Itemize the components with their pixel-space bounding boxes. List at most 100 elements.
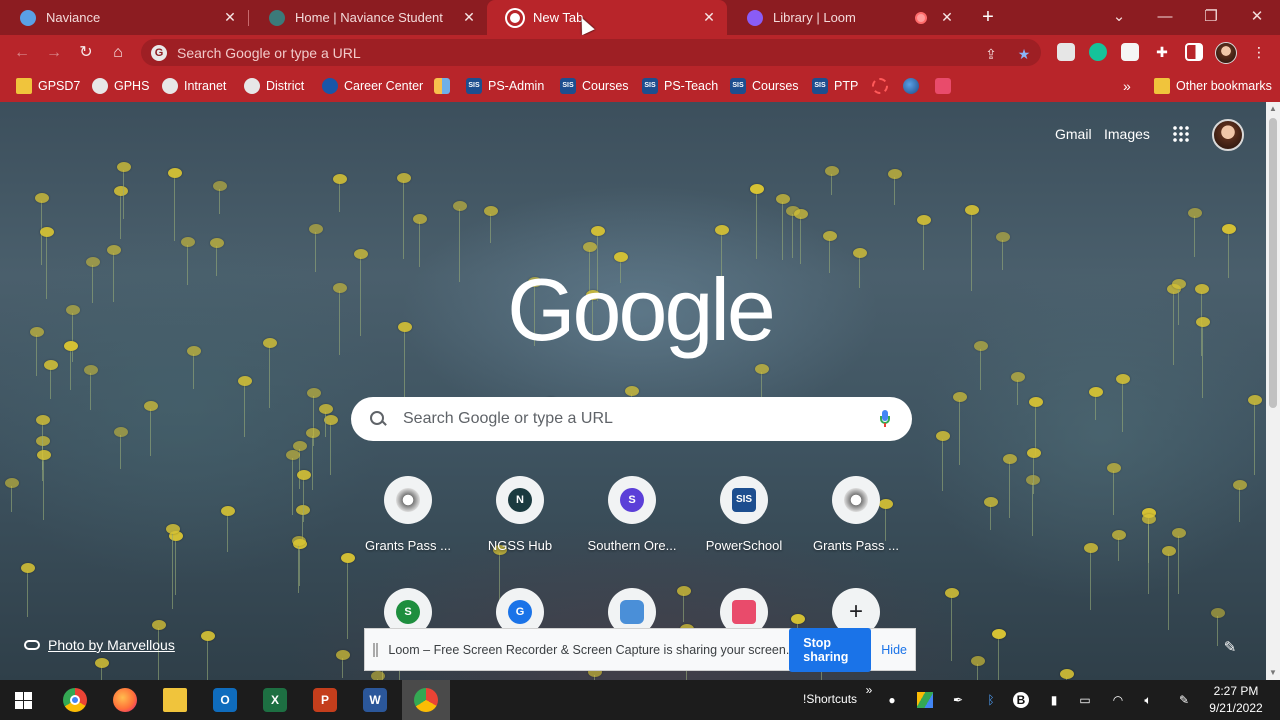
close-tab-icon[interactable]: ✕ (222, 9, 238, 26)
b-app-tray-icon[interactable]: B (1013, 692, 1029, 708)
chrome-profile-taskbar-icon[interactable] (402, 680, 450, 720)
search-input[interactable] (403, 410, 843, 428)
bookmarks-overflow-button[interactable]: » (1123, 76, 1131, 96)
google-drive-tray-icon[interactable] (917, 692, 933, 708)
scroll-up-icon[interactable]: ▲ (1268, 104, 1278, 114)
tab-search-dropdown-icon[interactable]: ⌄ (1096, 0, 1142, 35)
page-scrollbar[interactable]: ▲ ▼ (1266, 102, 1280, 680)
account-avatar-icon[interactable] (1212, 119, 1244, 151)
bookmark-courses[interactable]: SIS Courses (560, 76, 629, 96)
share-icon[interactable]: ⇪ (981, 44, 1001, 64)
voice-search-icon[interactable] (880, 410, 890, 427)
pen-tray-icon[interactable]: ✒ (950, 692, 966, 708)
bluetooth-tray-icon[interactable]: ᛒ (983, 692, 999, 708)
tab-naviance[interactable]: Naviance ✕ (0, 0, 248, 35)
grammarly-extension-icon[interactable] (1089, 43, 1107, 61)
bookmark-ps-admin[interactable]: SIS PS-Admin (466, 76, 544, 96)
usb-tray-icon[interactable]: ▮ (1046, 692, 1062, 708)
bookmark-label: PTP (834, 79, 859, 93)
excel-taskbar-icon[interactable]: X (263, 688, 287, 712)
mic-tray-icon[interactable]: ● (884, 692, 900, 708)
outlook-taskbar-icon[interactable]: O (213, 688, 237, 712)
customize-pencil-icon[interactable]: ✎ (1222, 640, 1238, 656)
shortcut-tile[interactable]: Grants Pass ... (352, 476, 464, 588)
windows-start-icon[interactable] (15, 692, 32, 709)
restore-button[interactable]: ❐ (1188, 0, 1234, 35)
bookmark-intranet[interactable]: Intranet (162, 76, 226, 96)
flower-stem (325, 411, 327, 438)
battery-icon[interactable]: ▭ (1077, 692, 1093, 708)
tab-new-tab[interactable]: New Tab ✕ (487, 0, 727, 35)
hide-button[interactable]: Hide (881, 643, 907, 657)
close-tab-icon[interactable]: ✕ (461, 9, 477, 26)
flower (86, 257, 101, 268)
flower (917, 214, 932, 225)
bookmark-icon-only[interactable] (935, 76, 957, 96)
extension-icon[interactable] (1057, 43, 1075, 61)
ntp-search-box[interactable] (351, 397, 912, 441)
flower-stem (858, 255, 860, 288)
volume-icon[interactable]: 🔈︎ (1140, 692, 1156, 708)
tray-overflow-icon[interactable]: » (861, 682, 877, 698)
shortcut-tile[interactable]: SIS PowerSchool (688, 476, 800, 588)
tab-naviance-student[interactable]: Home | Naviance Student ✕ (249, 0, 487, 35)
close-tab-icon[interactable]: ✕ (701, 9, 717, 26)
scroll-down-icon[interactable]: ▼ (1268, 668, 1278, 678)
school-logo-icon (92, 78, 108, 94)
profile-avatar-icon[interactable] (1215, 42, 1237, 64)
puzzle-extensions-icon[interactable]: ✚ (1153, 43, 1171, 61)
side-panel-icon[interactable] (1185, 43, 1203, 61)
bookmark-gpsd7[interactable]: GPSD7 (16, 76, 80, 96)
close-window-button[interactable]: ✕ (1234, 0, 1280, 35)
shortcuts-toolbar-label[interactable]: !Shortcuts (803, 692, 857, 706)
scroll-thumb[interactable] (1269, 118, 1277, 408)
shortcut-tile[interactable]: N NGSS Hub (464, 476, 576, 588)
word-taskbar-icon[interactable]: W (363, 688, 387, 712)
powerpoint-taskbar-icon[interactable]: P (313, 688, 337, 712)
other-bookmarks-folder[interactable]: Other bookmarks (1154, 76, 1272, 96)
system-clock[interactable]: 2:27 PM 9/21/2022 (1200, 683, 1272, 717)
bookmarks-bar: GPSD7 GPHS Intranet District Career Cent… (0, 70, 1280, 102)
back-button[interactable]: ← (10, 41, 34, 65)
home-button[interactable]: ⌂ (106, 41, 130, 65)
photo-credit-link[interactable]: Photo by Marvellous (24, 637, 175, 653)
bookmark-icon-only[interactable] (872, 76, 894, 96)
reload-button[interactable]: ↻ (74, 41, 98, 65)
extension-icon[interactable] (1121, 43, 1139, 61)
flower (397, 322, 412, 333)
wifi-icon[interactable]: ◠ (1110, 692, 1126, 708)
gmail-link[interactable]: Gmail (1055, 126, 1092, 142)
firefox-taskbar-icon[interactable] (113, 688, 137, 712)
flower (65, 304, 80, 315)
tab-loom-library[interactable]: Library | Loom ✕ (727, 0, 965, 35)
minimize-button[interactable]: — (1142, 0, 1188, 35)
forward-button[interactable]: → (42, 41, 66, 65)
bookmark-star-icon[interactable]: ★ (1014, 44, 1034, 64)
bookmark-gphs[interactable]: GPHS (92, 76, 149, 96)
shortcut-tile[interactable]: Grants Pass ... (800, 476, 912, 588)
flower (852, 247, 867, 258)
images-link[interactable]: Images (1104, 126, 1150, 142)
drag-handle-icon[interactable] (373, 642, 379, 657)
flower (1172, 278, 1187, 289)
bookmark-icon-only[interactable] (903, 76, 925, 96)
address-bar[interactable]: G Search Google or type a URL ⇪ ★ (141, 39, 1041, 66)
chrome-menu-icon[interactable]: ⋮ (1250, 43, 1268, 61)
shortcut-tile[interactable]: S Southern Ore... (576, 476, 688, 588)
bookmark-career-center[interactable]: Career Center (322, 76, 423, 96)
flower (1162, 546, 1177, 557)
chrome-taskbar-icon[interactable] (63, 688, 87, 712)
pen-workspace-icon[interactable]: ✎ (1176, 692, 1192, 708)
google-apps-icon[interactable] (1172, 125, 1190, 143)
flower (984, 497, 999, 508)
new-tab-button[interactable]: + (976, 5, 1000, 29)
file-explorer-taskbar-icon[interactable] (163, 688, 187, 712)
bookmark-district[interactable]: District (244, 76, 304, 96)
bookmark-icon-only[interactable] (434, 76, 456, 96)
stop-sharing-button[interactable]: Stop sharing (789, 627, 872, 672)
flower (996, 231, 1011, 242)
bookmark-courses-2[interactable]: SIS Courses (730, 76, 799, 96)
bookmark-ptp[interactable]: SIS PTP (812, 76, 858, 96)
close-tab-icon[interactable]: ✕ (939, 9, 955, 26)
bookmark-ps-teach[interactable]: SIS PS-Teach (642, 76, 718, 96)
